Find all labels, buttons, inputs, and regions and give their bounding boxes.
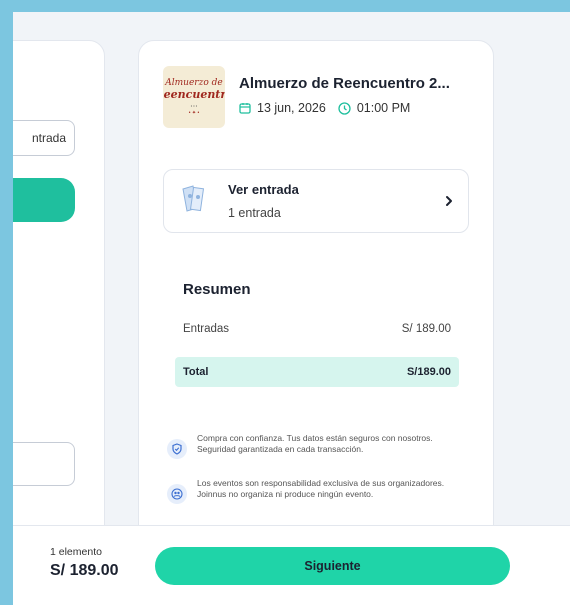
view-ticket-button[interactable]: Ver entrada 1 entrada [163, 169, 469, 233]
ticket-count: 1 entrada [228, 206, 281, 220]
security-note: Compra con confianza. Tus datos están se… [167, 433, 467, 459]
summary-entradas-value: S/ 189.00 [401, 323, 451, 335]
left-outline-button-label: ntrada [31, 131, 66, 145]
order-summary-card: Almuerzo de Reencuentro • • • • ✦ • Almu… [138, 40, 494, 560]
security-note-text: Compra con confianza. Tus datos están se… [197, 433, 433, 454]
footer-total: S/ 189.00 [50, 562, 119, 579]
left-input-field[interactable] [13, 442, 75, 486]
event-thumb-line: • • • [190, 103, 198, 108]
items-count: 1 elemento [50, 546, 102, 558]
event-time: 01:00 PM [356, 101, 411, 115]
clock-icon [338, 101, 351, 115]
event-thumb-line: Reencuentro [163, 88, 225, 101]
calendar-icon [239, 102, 251, 114]
event-title: Almuerzo de Reencuentro 2... [239, 75, 450, 92]
organizer-note: Los eventos son responsabilidad exclusiv… [167, 478, 467, 504]
summary-row-entradas: Entradas S/ 189.00 [175, 323, 459, 335]
summary-title: Resumen [183, 281, 251, 298]
checkout-viewport: ntrada Almuerzo de Reencuentro • • • • ✦… [13, 12, 570, 605]
organizer-note-text: Los eventos son responsabilidad exclusiv… [197, 478, 445, 499]
event-thumbnail: Almuerzo de Reencuentro • • • • ✦ • [163, 66, 225, 128]
chevron-right-icon [444, 194, 454, 213]
summary-total-value: S/189.00 [406, 366, 451, 378]
checkout-footer: 1 elemento S/ 189.00 Siguiente [13, 525, 570, 605]
left-primary-button[interactable] [13, 178, 75, 222]
summary-total-row: Total S/189.00 [175, 357, 459, 387]
ticket-icon [178, 182, 212, 221]
view-ticket-label: Ver entrada [228, 182, 299, 197]
event-date: 13 jun, 2026 [257, 101, 326, 115]
left-outline-button[interactable]: ntrada [13, 120, 75, 156]
event-thumb-line: Almuerzo de [165, 78, 223, 88]
users-icon [167, 484, 187, 504]
summary-total-label: Total [183, 366, 209, 378]
next-button[interactable]: Siguiente [155, 547, 510, 585]
event-meta: 13 jun, 2026 01:00 PM [239, 101, 410, 115]
shield-check-icon [167, 439, 187, 459]
summary-entradas-label: Entradas [183, 323, 230, 335]
event-thumb-line: • ✦ • [188, 110, 200, 116]
